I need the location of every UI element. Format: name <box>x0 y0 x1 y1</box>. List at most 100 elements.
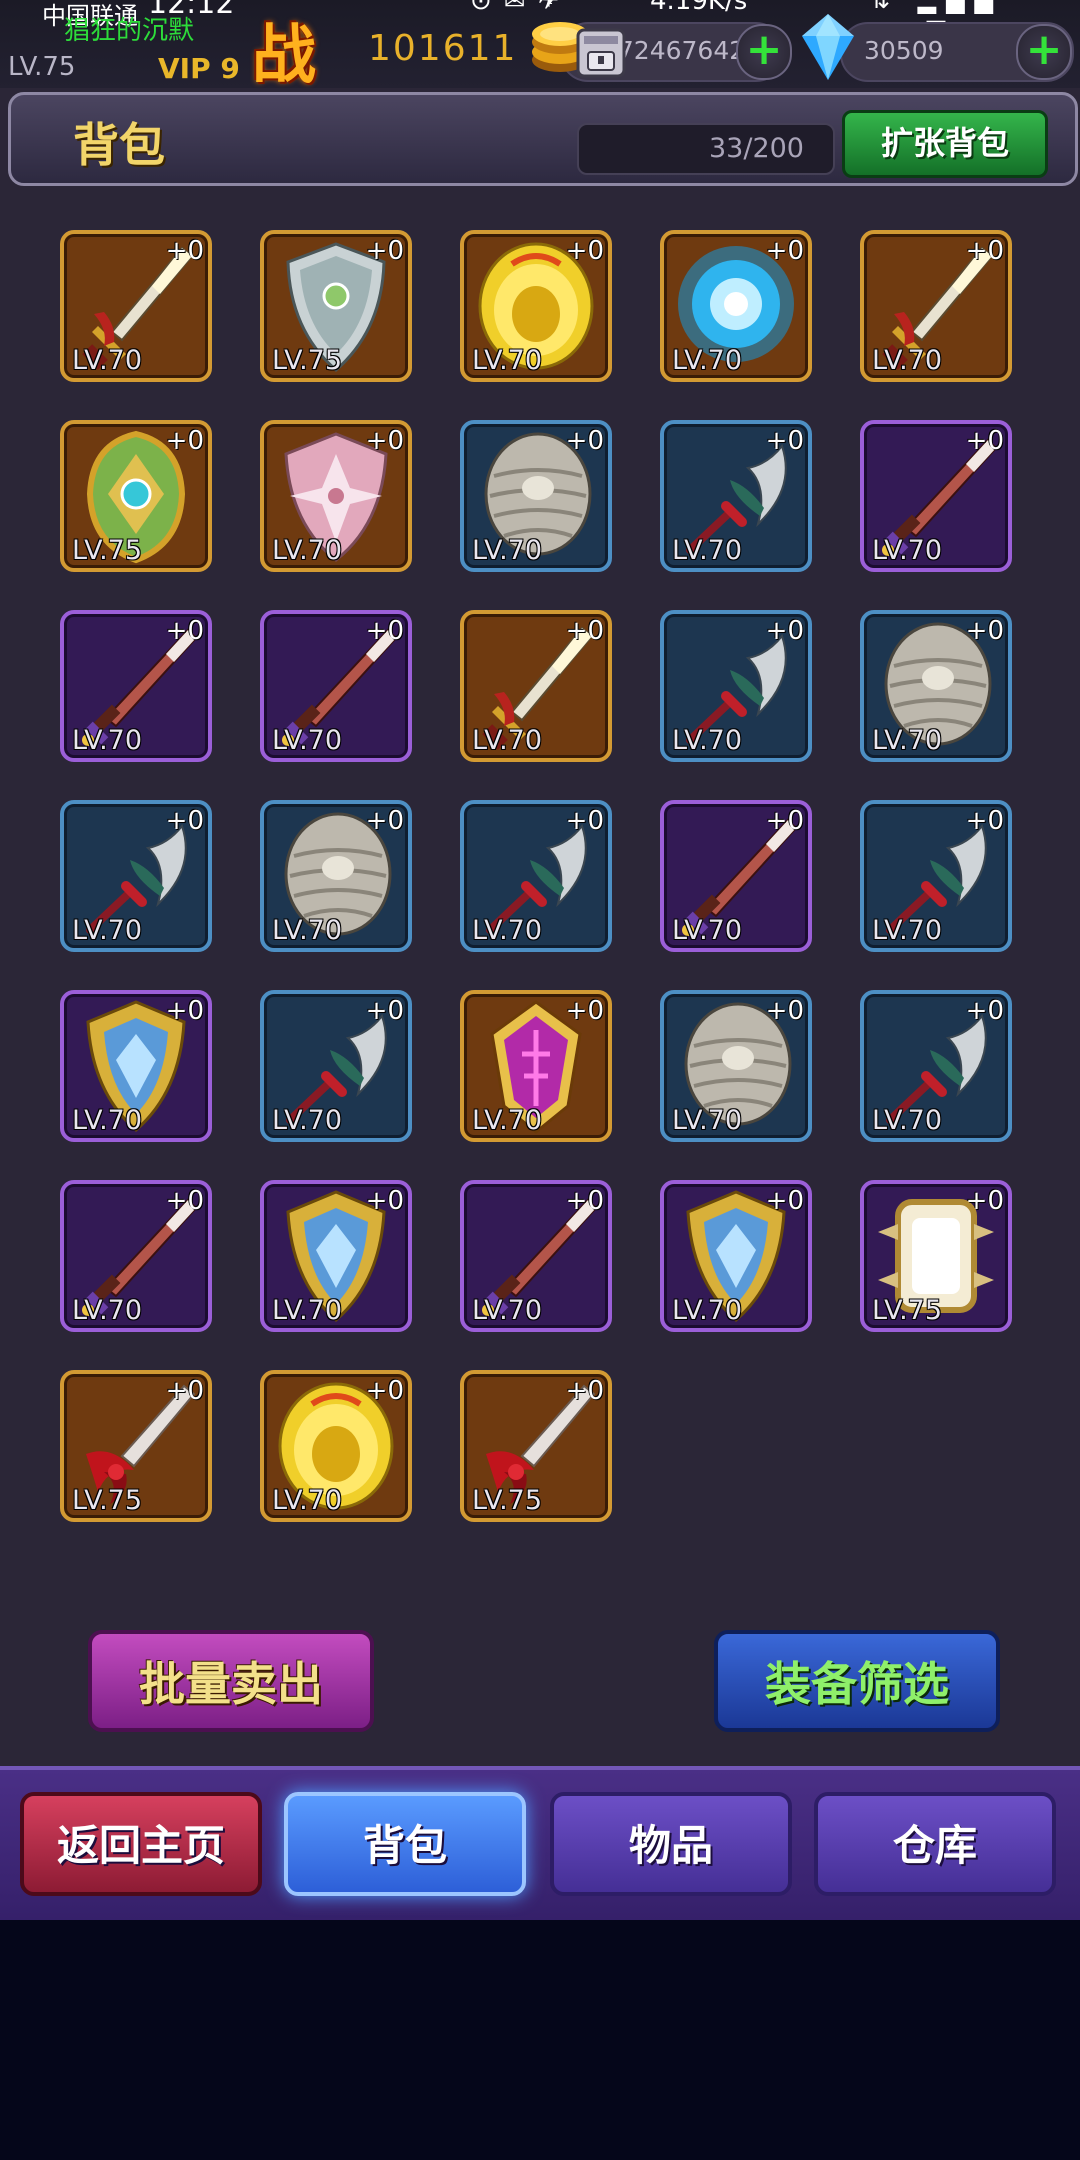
bag-item-slot[interactable]: +0 LV.70 <box>660 1180 812 1332</box>
enhance-level: +0 <box>965 806 1004 836</box>
enhance-level: +0 <box>965 616 1004 646</box>
batch-sell-button[interactable]: 批量卖出 <box>88 1630 374 1732</box>
bag-item-slot[interactable]: +0 LV.70 <box>60 1180 212 1332</box>
item-level: LV.70 <box>472 1105 543 1136</box>
enhance-level: +0 <box>365 996 404 1026</box>
diamond-icon <box>802 14 854 80</box>
item-level: LV.70 <box>672 725 743 756</box>
bag-item-slot[interactable]: +0 LV.70 <box>660 990 812 1142</box>
expand-bag-button[interactable]: 扩张背包 <box>842 110 1048 178</box>
item-level: LV.70 <box>672 345 743 376</box>
gem-value: 30509 <box>864 36 944 65</box>
item-level: LV.70 <box>672 915 743 946</box>
tab-items[interactable]: 物品 <box>550 1792 792 1896</box>
item-level: LV.70 <box>272 1485 343 1516</box>
item-level: LV.70 <box>472 1295 543 1326</box>
bag-item-slot[interactable]: +0 LV.70 <box>460 230 612 382</box>
bag-item-slot[interactable]: +0 LV.70 <box>460 1180 612 1332</box>
enhance-level: +0 <box>765 236 804 266</box>
item-level: LV.75 <box>72 535 143 566</box>
enhance-level: +0 <box>765 806 804 836</box>
bag-item-slot[interactable]: +0 LV.70 <box>260 420 412 572</box>
combat-power-icon: 战 <box>252 19 316 93</box>
bag-item-slot[interactable]: +0 LV.70 <box>860 230 1012 382</box>
item-level: LV.70 <box>272 1105 343 1136</box>
enhance-level: +0 <box>365 426 404 456</box>
bag-item-slot[interactable]: +0 LV.70 <box>60 800 212 952</box>
bag-item-slot[interactable]: +0 LV.70 <box>860 420 1012 572</box>
bag-item-slot[interactable]: +0 LV.70 <box>660 420 812 572</box>
enhance-level: +0 <box>565 236 604 266</box>
enhance-level: +0 <box>765 426 804 456</box>
item-level: LV.70 <box>872 535 943 566</box>
bag-item-slot[interactable]: +0 LV.70 <box>260 1370 412 1522</box>
player-name: 猖狂的沉默 <box>64 16 195 46</box>
bag-item-slot[interactable]: +0 LV.70 <box>460 800 612 952</box>
combat-power-value: 101611 <box>368 28 518 69</box>
bag-item-slot[interactable]: +0 LV.75 <box>60 1370 212 1522</box>
equipment-filter-button[interactable]: 装备筛选 <box>714 1630 1000 1732</box>
enhance-level: +0 <box>165 236 204 266</box>
item-level: LV.70 <box>672 1105 743 1136</box>
bag-item-slot[interactable]: +0 LV.75 <box>860 1180 1012 1332</box>
bag-item-slot[interactable]: +0 LV.70 <box>860 990 1012 1142</box>
bag-item-slot[interactable]: +0 LV.70 <box>660 610 812 762</box>
bag-item-slot[interactable]: +0 LV.70 <box>260 800 412 952</box>
tab-storage[interactable]: 仓库 <box>814 1792 1056 1896</box>
item-level: LV.70 <box>672 1295 743 1326</box>
bag-item-slot[interactable]: +0 LV.70 <box>460 420 612 572</box>
bag-item-slot[interactable]: +0 LV.70 <box>260 610 412 762</box>
bag-item-slot[interactable]: +0 LV.75 <box>460 1370 612 1522</box>
bag-item-slot[interactable]: +0 LV.70 <box>260 1180 412 1332</box>
player-level: LV.75 <box>8 52 76 82</box>
top-header: 中国联通 12:12 ⊙✉✈ 4.19K/s ⇅ ▂▄▆ ▂▄▆ ▭ 猖狂的沉默… <box>0 0 1080 93</box>
backpack-icon <box>576 28 626 78</box>
enhance-level: +0 <box>365 1376 404 1406</box>
item-level: LV.70 <box>472 535 543 566</box>
bag-item-slot[interactable]: +0 LV.70 <box>60 610 212 762</box>
item-level: LV.70 <box>672 535 743 566</box>
network-speed: 4.19K/s <box>650 0 748 16</box>
enhance-level: +0 <box>565 806 604 836</box>
enhance-level: +0 <box>165 806 204 836</box>
bag-item-slot[interactable]: +0 LV.70 <box>460 990 612 1142</box>
item-level: LV.70 <box>472 345 543 376</box>
game-screen: 中国联通 12:12 ⊙✉✈ 4.19K/s ⇅ ▂▄▆ ▂▄▆ ▭ 猖狂的沉默… <box>0 0 1080 1920</box>
add-gold-button[interactable]: + <box>736 24 792 80</box>
tab-home[interactable]: 返回主页 <box>20 1792 262 1896</box>
item-level: LV.70 <box>72 1105 143 1136</box>
enhance-level: +0 <box>965 426 1004 456</box>
item-level: LV.70 <box>272 725 343 756</box>
item-level: LV.70 <box>72 1295 143 1326</box>
item-level: LV.70 <box>872 725 943 756</box>
enhance-level: +0 <box>165 1186 204 1216</box>
bottom-tab-bar: 返回主页 背包 物品 仓库 <box>0 1766 1080 1920</box>
bag-item-slot[interactable]: +0 LV.70 <box>60 990 212 1142</box>
item-level: LV.70 <box>872 915 943 946</box>
enhance-level: +0 <box>765 616 804 646</box>
enhance-level: +0 <box>365 616 404 646</box>
enhance-level: +0 <box>365 1186 404 1216</box>
bag-item-slot[interactable]: +0 LV.75 <box>60 420 212 572</box>
bag-item-slot[interactable]: +0 LV.70 <box>260 990 412 1142</box>
tab-bag[interactable]: 背包 <box>284 1792 526 1896</box>
bag-item-slot[interactable]: +0 LV.70 <box>860 610 1012 762</box>
enhance-level: +0 <box>565 996 604 1026</box>
bag-item-slot[interactable]: +0 LV.70 <box>860 800 1012 952</box>
item-level: LV.70 <box>72 345 143 376</box>
item-level: LV.70 <box>72 915 143 946</box>
bag-item-slot[interactable]: +0 LV.70 <box>660 800 812 952</box>
item-level: LV.70 <box>272 915 343 946</box>
enhance-level: +0 <box>565 616 604 646</box>
vip-badge[interactable]: VIP 9 <box>158 52 240 85</box>
enhance-level: +0 <box>565 1186 604 1216</box>
capacity-value: 33/200 <box>709 133 804 164</box>
bag-item-slot[interactable]: +0 LV.70 <box>60 230 212 382</box>
bag-item-slot[interactable]: +0 LV.70 <box>460 610 612 762</box>
enhance-level: +0 <box>365 806 404 836</box>
page-title: 背包 <box>73 118 165 172</box>
bag-item-slot[interactable]: +0 LV.70 <box>660 230 812 382</box>
bag-item-slot[interactable]: +0 LV.75 <box>260 230 412 382</box>
add-gem-button[interactable]: + <box>1016 24 1072 80</box>
capacity-box: 33/200 <box>577 123 835 175</box>
